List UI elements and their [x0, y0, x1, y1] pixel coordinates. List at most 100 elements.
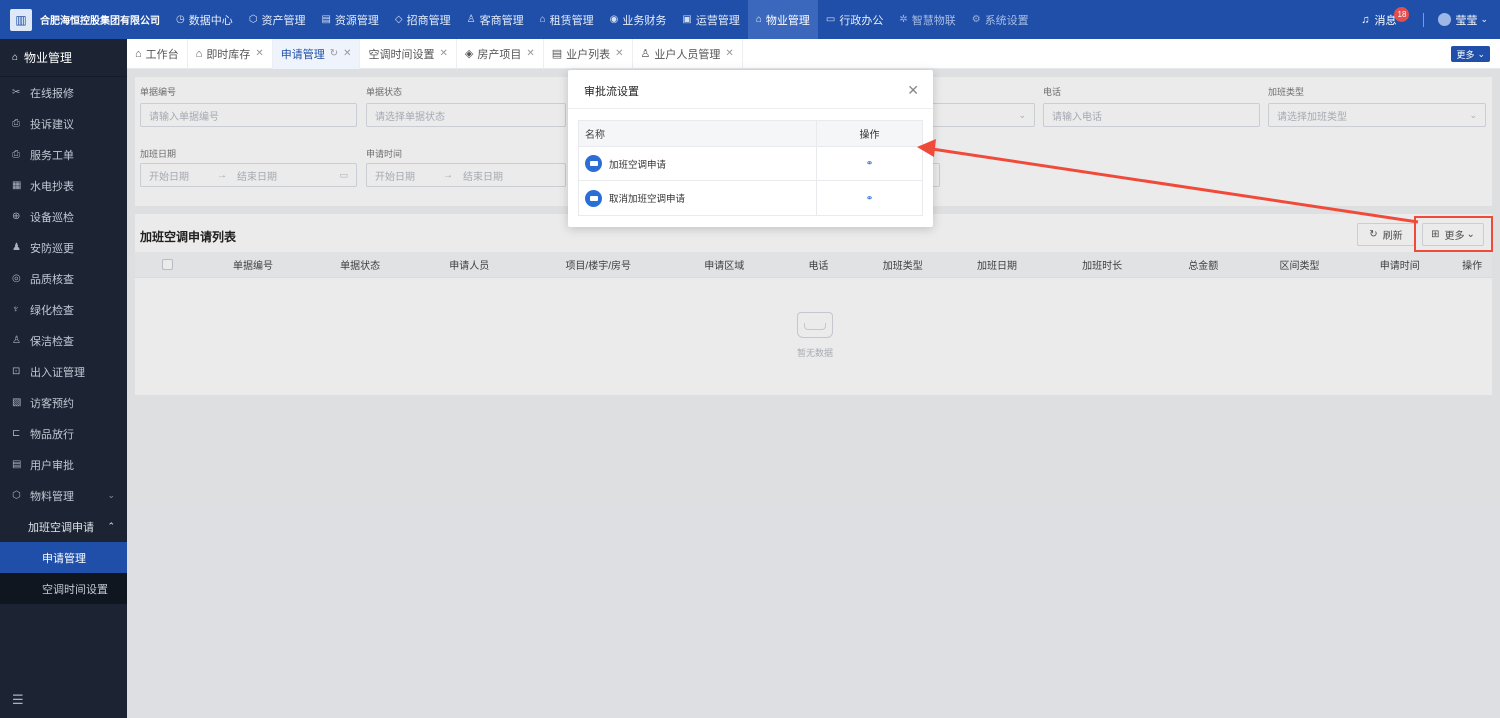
- sidebar: ⌂ 物业管理 ✂ 在线报修 ⎙ 投诉建议 ⎙ 服务工单 ▦ 水电抄表 ⊕ 设备巡检 ♟ 安防巡更 ◎ 品质…: [0, 39, 127, 718]
- tab-5[interactable]: ◈ 房产项目 ✕: [457, 38, 544, 69]
- tabs-more-label: 更多: [1456, 49, 1475, 60]
- nav-item-4[interactable]: ◇ 招商管理: [387, 0, 459, 39]
- sidebar-item-14[interactable]: ⬡ 物料管理 ⌄: [0, 480, 127, 511]
- nav-item-label: 运营管理: [695, 14, 740, 27]
- divider: [1423, 12, 1425, 27]
- sidebar-item-13[interactable]: ▤ 用户审批: [0, 449, 127, 480]
- sidebar-item-label: 空调时间设置: [42, 583, 108, 596]
- close-icon[interactable]: ✕: [439, 48, 447, 59]
- bell-icon: ♫: [1361, 13, 1370, 26]
- close-icon[interactable]: ✕: [615, 48, 623, 59]
- modal-title: 审批流设置: [584, 86, 639, 98]
- main-nav: ◷ 数据中心 ⬡ 资产管理 ▤ 资源管理 ◇ 招商管理 ♙ 客商管理 ⌂ 租赁管理 ◉ 业务财务 ▣ 运营管理…: [168, 0, 1037, 39]
- tab-6[interactable]: ▤ 业户列表 ✕: [544, 38, 633, 69]
- sidebar-item-apply-management[interactable]: 申请管理: [0, 542, 127, 573]
- refresh-icon[interactable]: ↻: [330, 48, 338, 59]
- flow-config-icon[interactable]: ⚭: [866, 193, 874, 204]
- chevron-down-icon: ⌄: [1477, 48, 1485, 59]
- sidebar-item-8[interactable]: ♆ 绿化检查: [0, 294, 127, 325]
- tab-4[interactable]: 空调时间设置 ✕: [360, 38, 457, 69]
- tab-7[interactable]: ♙ 业户人员管理 ✕: [633, 38, 743, 69]
- sidebar-item-11[interactable]: ▧ 访客预约: [0, 387, 127, 418]
- close-icon[interactable]: ✕: [343, 48, 351, 59]
- sidebar-item-label: 访客预约: [30, 397, 74, 410]
- nav-item-5[interactable]: ♙ 客商管理: [459, 0, 532, 39]
- approval-flow-modal: 审批流设置 ✕ 名称 操作 加班空调申请 ⚭ 取消加班空调申请 ⚭: [568, 70, 933, 227]
- workorder-icon: ⎙: [12, 149, 20, 160]
- nav-item-label: 业务财务: [622, 14, 667, 27]
- nav-item-10[interactable]: ▭ 行政办公: [818, 0, 891, 39]
- top-navigation-bar: ▥ 合肥海恒控股集团有限公司 ◷ 数据中心 ⬡ 资产管理 ▤ 资源管理 ◇ 招商管理 ♙ 客商管理…: [0, 0, 1500, 39]
- flow-icon: [585, 155, 602, 172]
- iot-icon: ✲: [899, 14, 908, 25]
- dashboard-icon: ◷: [176, 14, 185, 25]
- tab-icon: ⌂: [195, 47, 203, 60]
- nav-item-3[interactable]: ▤ 资源管理: [313, 0, 386, 39]
- meter-icon: ▦: [12, 180, 22, 191]
- sidebar-item-ac-time-setting[interactable]: 空调时间设置: [0, 573, 127, 604]
- nav-item-12[interactable]: ⚙ 系统设置: [964, 0, 1037, 39]
- modal-table-header: 名称 操作: [579, 121, 922, 147]
- sidebar-item-5[interactable]: ⊕ 设备巡检: [0, 201, 127, 232]
- tab-2[interactable]: ⌂ 即时库存 ✕: [188, 38, 273, 69]
- nav-item-6[interactable]: ⌂ 租赁管理: [532, 0, 602, 39]
- flow-name: 取消加班空调申请: [609, 194, 686, 205]
- approval-icon: ▤: [12, 459, 22, 470]
- sidebar-item-2[interactable]: ⎙ 投诉建议: [0, 108, 127, 139]
- nav-item-11[interactable]: ✲ 智慧物联: [891, 0, 963, 39]
- close-icon[interactable]: ✕: [255, 48, 263, 59]
- tab-1[interactable]: ⌂ 工作台: [127, 38, 188, 69]
- tab-icon: ◈: [464, 48, 474, 60]
- nav-item-8[interactable]: ▣ 运营管理: [674, 0, 747, 39]
- cube-icon: ⬡: [248, 14, 258, 25]
- nav-item-label: 客商管理: [479, 14, 524, 27]
- sidebar-item-label: 保洁检查: [30, 335, 74, 348]
- tab-3[interactable]: 申请管理 ↻ ✕: [272, 38, 361, 69]
- nav-item-7[interactable]: ◉ 业务财务: [602, 0, 675, 39]
- sidebar-item-label: 水电抄表: [30, 180, 74, 193]
- user-menu[interactable]: 莹莹 ⌄: [1438, 12, 1488, 28]
- sidebar-item-6[interactable]: ♟ 安防巡更: [0, 232, 127, 263]
- close-icon[interactable]: ✕: [725, 48, 733, 59]
- nav-item-9[interactable]: ⌂ 物业管理: [747, 0, 818, 39]
- settings-icon: ⚙: [971, 14, 981, 25]
- col-name-header: 名称: [579, 121, 817, 146]
- resource-icon: ▤: [321, 14, 331, 25]
- op-cell: ⚭: [817, 147, 922, 180]
- sidebar-item-12[interactable]: ⊏ 物品放行: [0, 418, 127, 449]
- sidebar-group-label: 加班空调申请: [28, 521, 94, 534]
- sidebar-group-overtime-ac[interactable]: 加班空调申请 ⌃: [0, 511, 127, 542]
- complaint-icon: ⎙: [12, 118, 20, 129]
- nav-item-2[interactable]: ⬡ 资产管理: [241, 0, 314, 39]
- sidebar-item-3[interactable]: ⎙ 服务工单: [0, 139, 127, 170]
- sidebar-item-10[interactable]: ⊡ 出入证管理: [0, 356, 127, 387]
- nav-item-label: 招商管理: [406, 14, 451, 27]
- tabs-more-button[interactable]: 更多 ⌄: [1451, 46, 1490, 62]
- tab-label: 工作台: [145, 48, 179, 61]
- sidebar-title: ⌂ 物业管理: [0, 39, 127, 77]
- tab-bar: ⌂ 工作台 ⌂ 即时库存 ✕ 申请管理 ↻ ✕ 空调时间设置 ✕ ◈ 房产项目 ✕ ▤ 业户列表 ✕ ♙ 业户人员…: [127, 38, 1500, 69]
- flow-icon: [585, 189, 602, 207]
- close-icon[interactable]: ✕: [526, 48, 534, 59]
- chevron-down-icon: ⌄: [107, 490, 115, 500]
- nav-item-1[interactable]: ◷ 数据中心: [168, 0, 241, 39]
- tab-label: 业户人员管理: [654, 48, 721, 61]
- tab-label: 即时库存: [206, 48, 251, 61]
- nav-item-label: 系统设置: [984, 14, 1029, 27]
- close-icon[interactable]: ✕: [907, 82, 919, 99]
- messages-button[interactable]: ♫ 消息 18: [1361, 7, 1410, 28]
- sidebar-item-label: 物料管理: [30, 490, 74, 503]
- menu-collapse-icon[interactable]: ☰: [12, 692, 24, 708]
- quality-icon: ◎: [12, 273, 21, 284]
- sidebar-item-label: 绿化检查: [30, 304, 74, 317]
- tab-label: 申请管理: [280, 48, 325, 61]
- flow-config-icon[interactable]: ⚭: [866, 158, 874, 169]
- col-op-header: 操作: [859, 130, 880, 141]
- tab-label: 业户列表: [566, 48, 611, 61]
- flow-name: 加班空调申请: [609, 159, 667, 171]
- sidebar-item-1[interactable]: ✂ 在线报修: [0, 77, 127, 108]
- sidebar-item-7[interactable]: ◎ 品质核查: [0, 263, 127, 294]
- sidebar-item-label: 在线报修: [30, 87, 74, 100]
- sidebar-item-4[interactable]: ▦ 水电抄表: [0, 170, 127, 201]
- sidebar-item-9[interactable]: ♙ 保洁检查: [0, 325, 127, 356]
